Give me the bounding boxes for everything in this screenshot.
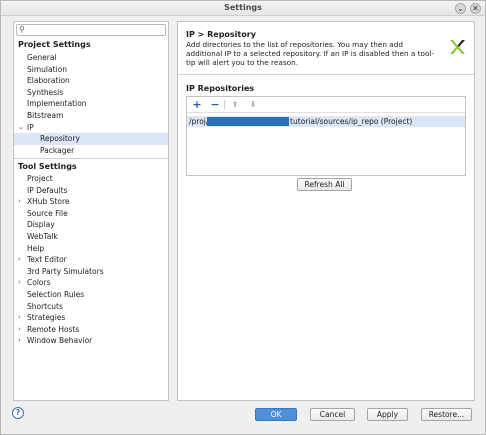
ip-repositories-list: + − ⬆ ⬇ /proj/ tutorial/sources/ip_repo … <box>186 96 466 176</box>
search-icon: ⚲ <box>19 25 25 34</box>
settings-content-pane: IP > Repository Add directories to the l… <box>177 21 475 401</box>
nav-item-window-behavior[interactable]: › Window Behavior <box>14 335 168 347</box>
minus-icon[interactable]: − <box>208 99 222 111</box>
repo-path-prefix: /proj/ <box>189 117 209 126</box>
settings-nav-pane: ⚲ Project Settings General Simulation El… <box>13 21 169 401</box>
nav-item-label: Source File <box>27 208 68 218</box>
nav-item-label: Elaboration <box>27 76 70 86</box>
help-icon[interactable]: ? <box>12 407 24 419</box>
redacted-path-segment <box>207 117 289 126</box>
chevron-down-icon[interactable]: ⌄ <box>18 122 24 134</box>
header-divider <box>178 74 474 75</box>
nav-item-label: 3rd Party Simulators <box>27 266 104 276</box>
nav-item-shortcuts[interactable]: Shortcuts <box>14 301 168 313</box>
repo-toolbar: + − ⬆ ⬇ <box>187 97 465 113</box>
nav-item-label: Window Behavior <box>27 336 93 346</box>
title-bar: Settings ⌄ ✕ <box>1 1 485 16</box>
page-title: IP > Repository <box>186 30 256 39</box>
nav-item-ip-defaults[interactable]: IP Defaults <box>14 185 168 197</box>
nav-item-label: Implementation <box>27 99 87 109</box>
nav-item-elaboration[interactable]: Elaboration <box>14 75 168 87</box>
nav-item-strategies[interactable]: › Strategies <box>14 312 168 324</box>
window-title: Settings <box>224 3 262 12</box>
nav-item-source-file[interactable]: Source File <box>14 208 168 220</box>
nav-item-general[interactable]: General <box>14 52 168 64</box>
nav-item-selection-rules[interactable]: Selection Rules <box>14 289 168 301</box>
nav-item-label: Strategies <box>27 313 66 323</box>
nav-item-bitstream[interactable]: Bitstream <box>14 110 168 122</box>
nav-item-colors[interactable]: › Colors <box>14 277 168 289</box>
cancel-button[interactable]: Cancel <box>310 408 355 421</box>
nav-item-display[interactable]: Display <box>14 219 168 231</box>
search-input[interactable] <box>29 26 163 35</box>
restore-button[interactable]: Restore... <box>421 408 472 421</box>
chevron-right-icon[interactable]: › <box>18 324 21 336</box>
xilinx-logo-icon <box>450 40 465 54</box>
nav-item-label: Simulation <box>27 64 67 74</box>
nav-item-label: Synthesis <box>27 87 64 97</box>
chevron-right-icon[interactable]: › <box>18 277 21 289</box>
nav-item-label: XHub Store <box>27 197 70 207</box>
refresh-all-button[interactable]: Refresh All <box>297 178 352 191</box>
nav-item-xhub-store[interactable]: › XHub Store <box>14 196 168 208</box>
nav-item-label: WebTalk <box>27 232 58 241</box>
nav-item-ip-repository[interactable]: Repository <box>14 133 168 145</box>
nav-item-project[interactable]: Project <box>14 173 168 185</box>
nav-item-simulation[interactable]: Simulation <box>14 64 168 76</box>
chevron-right-icon[interactable]: › <box>18 312 21 324</box>
nav-item-implementation[interactable]: Implementation <box>14 98 168 110</box>
nav-item-label: Bitstream <box>27 111 64 120</box>
settings-search-box[interactable]: ⚲ <box>16 24 166 36</box>
nav-item-label: Project <box>27 174 53 183</box>
ok-button[interactable]: OK <box>255 408 297 421</box>
close-button[interactable]: ✕ <box>470 3 481 14</box>
project-settings-header: Project Settings <box>18 40 91 49</box>
apply-button[interactable]: Apply <box>367 408 408 421</box>
arrow-up-icon[interactable]: ⬆ <box>228 99 242 111</box>
repo-path-suffix: tutorial/sources/ip_repo (Project) <box>290 117 413 126</box>
minimize-button[interactable]: ⌄ <box>455 3 466 14</box>
chevron-right-icon[interactable]: › <box>18 335 21 347</box>
nav-item-help[interactable]: Help <box>14 243 168 255</box>
nav-item-label: Display <box>27 220 55 230</box>
nav-item-label: Packager <box>40 145 75 155</box>
nav-item-ip-packager[interactable]: Packager <box>14 145 168 157</box>
nav-item-label: Selection Rules <box>27 290 85 299</box>
nav-item-label: Text Editor <box>27 255 67 265</box>
nav-item-synthesis[interactable]: Synthesis <box>14 87 168 99</box>
nav-item-text-editor[interactable]: › Text Editor <box>14 254 168 266</box>
section-divider <box>14 158 168 159</box>
nav-item-label: Colors <box>27 278 51 288</box>
arrow-down-icon[interactable]: ⬇ <box>246 99 260 111</box>
tool-settings-header: Tool Settings <box>18 162 77 171</box>
nav-item-label: Repository <box>40 134 80 144</box>
nav-item-ip[interactable]: ⌄ IP <box>14 122 168 134</box>
nav-item-3rd-party-simulators[interactable]: 3rd Party Simulators <box>14 266 168 278</box>
repo-list-item[interactable]: /proj/ tutorial/sources/ip_repo (Project… <box>187 116 465 127</box>
nav-item-webtalk[interactable]: WebTalk <box>14 231 168 243</box>
ip-repositories-title: IP Repositories <box>186 84 255 93</box>
settings-window: Settings ⌄ ✕ ⚲ Project Settings General … <box>0 0 486 435</box>
toolbar-separator <box>224 100 225 110</box>
nav-item-label: IP <box>27 122 34 132</box>
nav-item-label: General <box>27 53 57 62</box>
chevron-right-icon[interactable]: › <box>18 196 21 208</box>
nav-item-label: IP Defaults <box>27 185 68 195</box>
nav-item-label: Help <box>27 243 45 253</box>
nav-item-label: Remote Hosts <box>27 324 80 334</box>
plus-icon[interactable]: + <box>190 99 204 111</box>
nav-item-remote-hosts[interactable]: › Remote Hosts <box>14 324 168 336</box>
chevron-right-icon[interactable]: › <box>18 254 21 266</box>
nav-item-label: Shortcuts <box>27 301 63 311</box>
page-description: Add directories to the list of repositor… <box>186 40 435 67</box>
